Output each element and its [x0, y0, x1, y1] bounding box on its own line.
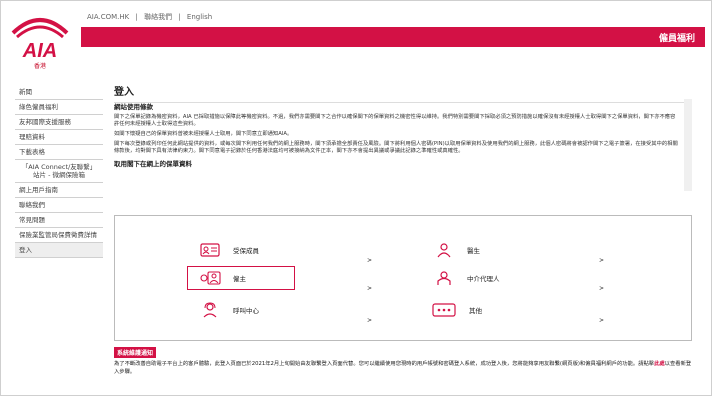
terms-paragraph: 閣下每次登錄或列印任何此網站提供的資料，或每次閣下利用任何我們的網上服務時，閣下…: [114, 141, 678, 154]
main-content: 登入 網站使用條款 閣下之保單記錄為機密資料，AIA 已採取措施以保障此等機密資…: [114, 83, 692, 341]
login-option-label: 受保成員: [233, 247, 259, 255]
agent-icon: [433, 270, 455, 286]
notice-text: 為了不斷改善自助電子平台上的客戶體驗，此登入頁面已於2021年2月上旬開始由友聯…: [114, 360, 692, 376]
chevron-right-icon[interactable]: >: [367, 308, 372, 332]
sidebar-item-contact[interactable]: 聯絡我們: [15, 198, 103, 213]
login-option-label: 其他: [469, 307, 482, 315]
sidebar-item-levy[interactable]: 保險業監管局保費徵費詳情: [15, 228, 103, 243]
terms-paragraph: 如閣下懷疑自己的保單資料曾被未經授權人士取用，閣下同意立即通知AIA。: [114, 131, 293, 137]
logo-region-label: 香港: [33, 63, 46, 70]
terms-panel[interactable]: 網站使用條款 閣下之保單記錄為機密資料，AIA 已採取措施以保障此等機密資料。不…: [114, 99, 692, 191]
terms-heading: 網站使用條款: [114, 103, 153, 111]
terms-scrollbar[interactable]: [685, 103, 691, 173]
header-banner: 僱員福利: [81, 27, 705, 47]
maintenance-notice: 系統維護通知 為了不斷改善自助電子平台上的客戶體驗，此登入頁面已於2021年2月…: [114, 347, 692, 376]
chevron-right-icon[interactable]: >: [599, 248, 604, 272]
site-link[interactable]: AIA.COM.HK: [87, 13, 129, 21]
sidebar-item-claims[interactable]: 理賠資料: [15, 130, 103, 145]
language-link[interactable]: English: [187, 13, 212, 21]
notice-link[interactable]: 此處: [654, 361, 665, 367]
terms-subheading: 取用閣下在網上的保單資料: [114, 160, 192, 168]
banner-label[interactable]: 僱員福利: [659, 31, 695, 44]
notice-title: 系統維護通知: [114, 347, 157, 358]
aia-logo[interactable]: AIA 香港: [7, 13, 73, 71]
page-frame: AIA 香港 AIA.COM.HK | 聯絡我們 | English 僱員福利 …: [0, 0, 712, 396]
top-links: AIA.COM.HK | 聯絡我們 | English: [87, 12, 216, 22]
login-option-label: 呼叫中心: [233, 307, 259, 315]
aia-logo-mark-icon: AIA: [11, 18, 69, 62]
svg-text:AIA: AIA: [22, 40, 57, 61]
chevron-right-icon[interactable]: >: [367, 276, 372, 300]
login-option-others[interactable]: 其他: [431, 298, 482, 322]
login-options-panel: 受保成員 > 醫生 > 僱主 > 中介代理人 > 呼叫中心 > 其他 >: [114, 215, 692, 341]
link-divider: |: [178, 13, 181, 21]
sidebar-item-user-guide[interactable]: 網上用戶指南: [15, 183, 103, 198]
more-icon: [431, 302, 457, 318]
login-option-call-centre[interactable]: 呼叫中心: [199, 298, 259, 322]
employer-icon: [199, 270, 221, 286]
sidebar-item-intl-support[interactable]: 友邦國際支援服務: [15, 115, 103, 130]
doctor-icon: [433, 242, 455, 258]
link-divider: |: [135, 13, 138, 21]
sidebar-item-faq[interactable]: 常見問題: [15, 213, 103, 228]
notice-text-part: 為了不斷改善自助電子平台上的客戶體驗，此登入頁面已於2021年2月上旬開始由友聯…: [114, 361, 655, 367]
chevron-right-icon[interactable]: >: [367, 248, 372, 272]
sidebar-item-login[interactable]: 登入: [15, 243, 103, 258]
chevron-right-icon[interactable]: >: [599, 308, 604, 332]
terms-paragraph: 閣下之保單記錄為機密資料，AIA 已採取措施以保障此等機密資料。不過，我們亦需要…: [114, 114, 676, 127]
login-option-label: 僱主: [233, 275, 246, 283]
member-card-icon: [199, 242, 221, 258]
login-option-member[interactable]: 受保成員: [199, 238, 259, 262]
sidebar-item-aia-connect[interactable]: 「AIA Connect/友聯繫」站片 - 微網保險箱: [15, 160, 103, 183]
login-option-label: 醫生: [467, 247, 480, 255]
sidebar-item-green-benefits[interactable]: 綠色僱員福利: [15, 100, 103, 115]
call-centre-icon: [199, 302, 221, 318]
sidebar-nav: 新聞 綠色僱員福利 友邦國際支援服務 理賠資料 下載表格 「AIA Connec…: [15, 85, 103, 258]
login-option-label: 中介代理人: [467, 275, 500, 283]
sidebar-item-news[interactable]: 新聞: [15, 85, 103, 100]
login-option-employer[interactable]: 僱主: [187, 266, 295, 290]
login-option-doctor[interactable]: 醫生: [433, 238, 480, 262]
chevron-right-icon[interactable]: >: [599, 276, 604, 300]
login-option-agent[interactable]: 中介代理人: [433, 266, 500, 290]
contact-us-link[interactable]: 聯絡我們: [144, 13, 172, 21]
sidebar-item-forms[interactable]: 下載表格: [15, 145, 103, 160]
